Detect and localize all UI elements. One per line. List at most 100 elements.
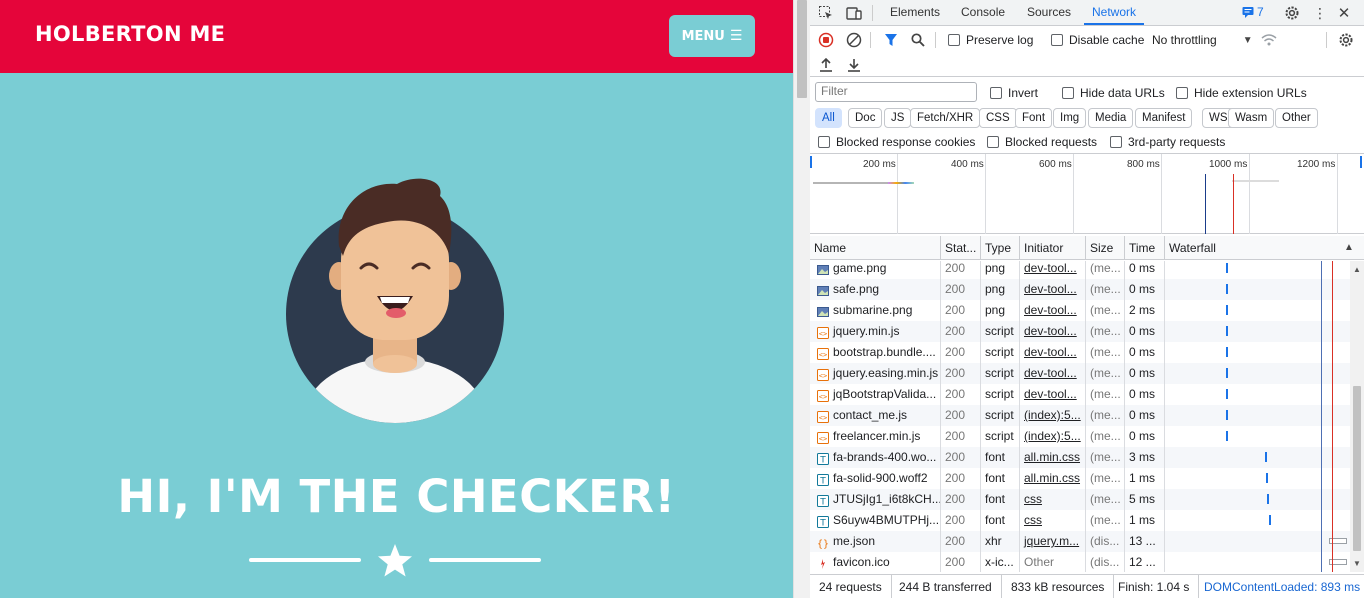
overview-left-handle[interactable] bbox=[810, 156, 812, 168]
request-initiator-cell[interactable]: all.min.css bbox=[1020, 468, 1086, 489]
scroll-up-arrow-icon[interactable]: ▲ bbox=[1353, 265, 1361, 274]
table-row[interactable]: <> bootstrap.bundle.... 200 script dev-tool.… bbox=[810, 342, 1350, 363]
request-initiator-cell[interactable]: css bbox=[1020, 510, 1086, 531]
table-row[interactable]: T S6uyw4BMUTPHj... 200 font css (me... 1 ms bbox=[810, 510, 1350, 531]
type-filter-font[interactable]: Font bbox=[1015, 108, 1053, 128]
table-row[interactable]: Tfa-brands-400.wo... 200 font all.min.css (m… bbox=[810, 447, 1350, 468]
request-initiator-cell[interactable]: dev-tool... bbox=[1020, 363, 1086, 384]
page-scrollbar-thumb[interactable] bbox=[797, 0, 807, 98]
filter-input[interactable]: Filter bbox=[815, 82, 977, 102]
site-brand-link[interactable]: HOLBERTON ME bbox=[35, 22, 225, 46]
type-filter-js[interactable]: JS bbox=[884, 108, 912, 128]
request-initiator-cell[interactable]: all.min.css bbox=[1020, 447, 1086, 468]
type-filter-css[interactable]: CSS bbox=[979, 108, 1017, 128]
request-name-cell[interactable]: <> jquery.easing.min.js bbox=[810, 363, 941, 384]
request-initiator-cell[interactable]: jquery.m... bbox=[1020, 531, 1086, 552]
table-row[interactable]: submarine.png 200 png dev-tool... (me... 2 ms bbox=[810, 300, 1350, 321]
request-initiator-cell[interactable]: dev-tool... bbox=[1020, 261, 1086, 279]
more-options-icon[interactable]: ⋮ bbox=[1310, 3, 1330, 23]
request-initiator-cell[interactable]: dev-tool... bbox=[1020, 300, 1086, 321]
column-header-waterfall[interactable]: Waterfall bbox=[1165, 236, 1364, 260]
throttling-select[interactable]: No throttling ▼ bbox=[1152, 33, 1253, 47]
disable-cache-checkbox[interactable]: Disable cache bbox=[1051, 33, 1144, 47]
invert-checkbox[interactable]: Invert bbox=[990, 86, 1038, 100]
column-header-time[interactable]: Time bbox=[1125, 236, 1165, 260]
issues-counter[interactable]: 7 bbox=[1242, 5, 1264, 19]
close-devtools-icon[interactable]: ✕ bbox=[1334, 3, 1354, 23]
type-filter-img[interactable]: Img bbox=[1053, 108, 1087, 128]
inspect-element-icon[interactable] bbox=[816, 3, 836, 23]
request-name-cell[interactable]: game.png bbox=[810, 261, 941, 279]
request-initiator-cell[interactable]: dev-tool... bbox=[1020, 384, 1086, 405]
scroll-down-arrow-icon[interactable]: ▼ bbox=[1353, 559, 1361, 568]
table-row[interactable]: <> jqBootstrapValida... 200 script dev-tool.… bbox=[810, 384, 1350, 405]
table-row[interactable]: <> jquery.min.js 200 script dev-tool... (me..… bbox=[810, 321, 1350, 342]
preserve-log-check[interactable] bbox=[948, 34, 960, 46]
tab-network[interactable]: Network bbox=[1084, 0, 1145, 25]
blocked-requests-check[interactable] bbox=[987, 136, 999, 148]
request-initiator-cell[interactable]: (index):5... bbox=[1020, 405, 1086, 426]
column-header-initiator[interactable]: Initiator bbox=[1020, 236, 1086, 260]
request-name-cell[interactable]: T JTUSjIg1_i6t8kCH... bbox=[810, 489, 941, 510]
request-name-cell[interactable]: <> bootstrap.bundle.... bbox=[810, 342, 941, 363]
request-list-scrollbar[interactable]: ▲ ▼ bbox=[1350, 261, 1364, 572]
type-filter-doc[interactable]: Doc bbox=[848, 108, 883, 128]
third-party-requests-check[interactable] bbox=[1110, 136, 1122, 148]
table-row[interactable]: Tfa-solid-900.woff2 200 font all.min.css (me… bbox=[810, 468, 1350, 489]
settings-gear-icon[interactable] bbox=[1282, 3, 1302, 23]
network-settings-gear-icon[interactable] bbox=[1336, 30, 1356, 50]
column-header-size[interactable]: Size bbox=[1086, 236, 1125, 260]
column-header-name[interactable]: Name bbox=[810, 236, 941, 260]
type-filter-fetch-xhr[interactable]: Fetch/XHR bbox=[910, 108, 981, 128]
invert-check[interactable] bbox=[990, 87, 1002, 99]
request-initiator-cell[interactable]: css bbox=[1020, 489, 1086, 510]
request-initiator-cell[interactable]: dev-tool... bbox=[1020, 342, 1086, 363]
request-name-cell[interactable]: safe.png bbox=[810, 279, 941, 300]
device-toolbar-icon[interactable] bbox=[844, 3, 864, 23]
request-name-cell[interactable]: <> jquery.min.js bbox=[810, 321, 941, 342]
type-filter-all[interactable]: All bbox=[815, 108, 842, 128]
type-filter-manifest[interactable]: Manifest bbox=[1135, 108, 1193, 128]
tab-elements[interactable]: Elements bbox=[882, 0, 948, 25]
type-filter-other[interactable]: Other bbox=[1275, 108, 1318, 128]
request-name-cell[interactable]: Tfa-brands-400.wo... bbox=[810, 447, 941, 468]
table-row[interactable]: {} me.json 200 xhr jquery.m... (dis... 13 ... bbox=[810, 531, 1350, 552]
table-row[interactable]: <> jquery.easing.min.js 200 script dev-tool.… bbox=[810, 363, 1350, 384]
sort-ascending-icon[interactable]: ▲ bbox=[1344, 242, 1354, 253]
table-row[interactable]: <> contact_me.js 200 script (index):5... (me.… bbox=[810, 405, 1350, 426]
table-row[interactable]: game.png 200 png dev-tool... (me... 0 ms bbox=[810, 261, 1350, 279]
request-list-scrollbar-thumb[interactable] bbox=[1353, 386, 1361, 551]
type-filter-media[interactable]: Media bbox=[1088, 108, 1134, 128]
record-stop-icon[interactable] bbox=[816, 30, 836, 50]
overview-right-handle[interactable] bbox=[1360, 156, 1362, 168]
network-conditions-wifi-icon[interactable] bbox=[1259, 30, 1279, 50]
column-header-type[interactable]: Type bbox=[981, 236, 1020, 260]
clear-icon[interactable] bbox=[844, 30, 864, 50]
import-har-upload-icon[interactable] bbox=[816, 55, 836, 75]
hide-data-urls-checkbox[interactable]: Hide data URLs bbox=[1062, 86, 1165, 100]
table-row[interactable]: favicon.ico 200 x-ic... Other (dis... 12 ... bbox=[810, 552, 1350, 572]
third-party-requests-checkbox[interactable]: 3rd-party requests bbox=[1110, 135, 1225, 149]
blocked-response-cookies-check[interactable] bbox=[818, 136, 830, 148]
blocked-response-cookies-checkbox[interactable]: Blocked response cookies bbox=[818, 135, 975, 149]
table-row[interactable]: safe.png 200 png dev-tool... (me... 0 ms bbox=[810, 279, 1350, 300]
page-scrollbar[interactable] bbox=[793, 0, 810, 598]
export-har-download-icon[interactable] bbox=[844, 55, 864, 75]
column-header-status[interactable]: Stat... bbox=[941, 236, 981, 260]
request-name-cell[interactable]: <> freelancer.min.js bbox=[810, 426, 941, 447]
request-name-cell[interactable]: <> contact_me.js bbox=[810, 405, 941, 426]
request-initiator-cell[interactable]: (index):5... bbox=[1020, 426, 1086, 447]
filter-funnel-icon[interactable] bbox=[881, 30, 901, 50]
request-name-cell[interactable]: {} me.json bbox=[810, 531, 941, 552]
table-row[interactable]: T JTUSjIg1_i6t8kCH... 200 font css (me... 5 ms bbox=[810, 489, 1350, 510]
search-icon[interactable] bbox=[908, 30, 928, 50]
blocked-requests-checkbox[interactable]: Blocked requests bbox=[987, 135, 1097, 149]
request-name-cell[interactable]: Tfa-solid-900.woff2 bbox=[810, 468, 941, 489]
menu-button[interactable]: MENU ☰ bbox=[669, 15, 755, 57]
table-row[interactable]: <> freelancer.min.js 200 script (index):5...… bbox=[810, 426, 1350, 447]
network-overview-timeline[interactable]: 200 ms 400 ms 600 ms 800 ms 1000 ms 1200… bbox=[810, 153, 1364, 234]
hide-extension-urls-checkbox[interactable]: Hide extension URLs bbox=[1176, 86, 1307, 100]
type-filter-wasm[interactable]: Wasm bbox=[1228, 108, 1275, 128]
request-name-cell[interactable]: <> jqBootstrapValida... bbox=[810, 384, 941, 405]
preserve-log-checkbox[interactable]: Preserve log bbox=[948, 33, 1033, 47]
